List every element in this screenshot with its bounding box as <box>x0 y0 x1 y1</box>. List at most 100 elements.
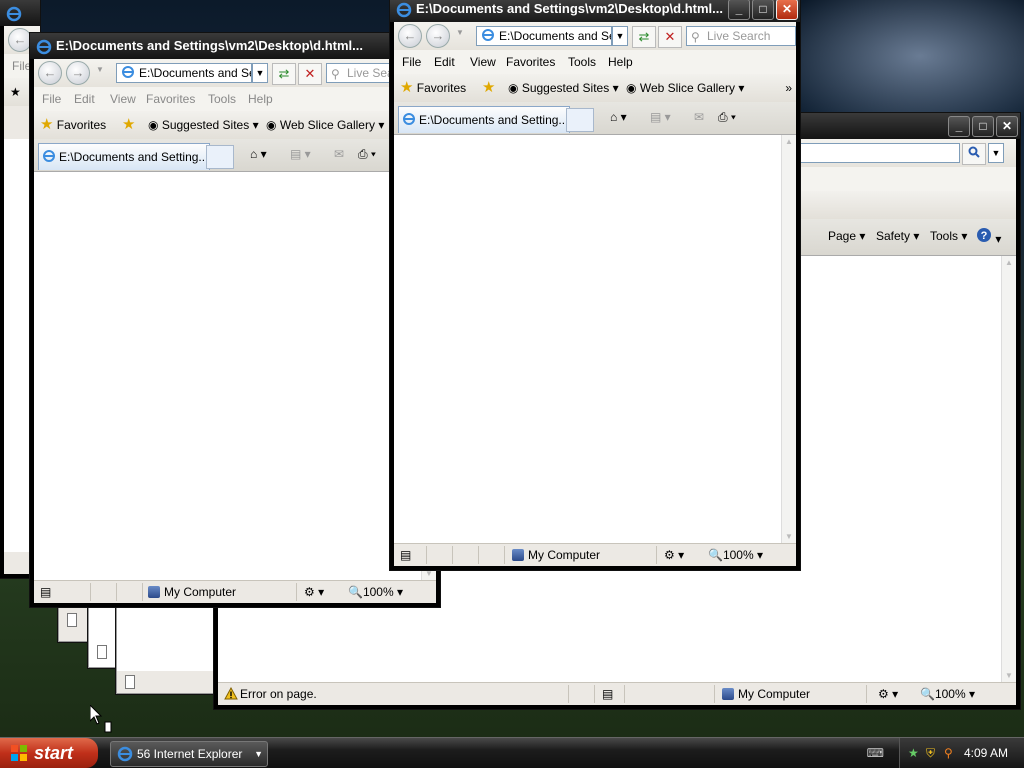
zoom-control[interactable]: 🔍100% ▾ <box>920 683 975 705</box>
menu-tools[interactable]: Tools <box>208 87 236 111</box>
start-button[interactable]: start <box>0 738 98 768</box>
menu-edit[interactable]: Edit <box>74 87 95 111</box>
status-page-icon: ▤ <box>400 548 412 562</box>
command-tools[interactable]: Tools ▾ <box>930 229 967 243</box>
menu-favorites[interactable]: Favorites <box>506 50 555 74</box>
back-button[interactable]: ← <box>38 61 62 85</box>
titlebar[interactable]: E:\Documents and Settings\vm2\Desktop\d.… <box>30 33 440 59</box>
compatibility-refresh-button[interactable]: ⇄ <box>632 26 656 48</box>
keyboard-icon[interactable]: ⌨ <box>867 746 884 760</box>
mail-icon[interactable]: ✉ <box>694 110 704 124</box>
help-icon[interactable]: ? ▾ <box>976 227 1001 246</box>
command-safety[interactable]: Safety ▾ <box>876 229 919 243</box>
forward-button[interactable]: → <box>426 24 450 48</box>
print-icon[interactable]: ⎙ ▾ <box>718 110 736 125</box>
page-icon <box>403 113 415 125</box>
address-bar[interactable]: E:\Documents and Set <box>116 63 252 83</box>
stop-button[interactable]: ✕ <box>658 26 682 48</box>
computer-icon <box>512 549 524 561</box>
search-options-dropdown[interactable]: ▼ <box>988 143 1004 163</box>
menu-tools[interactable]: Tools <box>568 50 596 74</box>
feeds-icon[interactable]: ▤ ▾ <box>290 147 311 161</box>
network-icon[interactable]: ★ <box>908 738 919 768</box>
search-icon[interactable]: ⚲ <box>944 738 953 768</box>
tab-current[interactable]: E:\Documents and Setting... <box>38 143 210 170</box>
search-button[interactable] <box>962 143 986 165</box>
home-icon[interactable]: ⌂ ▾ <box>250 147 267 161</box>
menu-view[interactable]: View <box>470 50 496 74</box>
forward-button[interactable]: → <box>66 61 90 85</box>
scroll-down-arrow[interactable]: ▼ <box>1004 671 1014 681</box>
feeds-icon[interactable]: ▤ ▾ <box>650 110 671 124</box>
close-button[interactable]: ✕ <box>996 116 1018 137</box>
home-icon[interactable]: ⌂ ▾ <box>610 110 627 124</box>
back-button[interactable]: ← <box>8 28 32 52</box>
menu-file[interactable]: File <box>42 87 61 111</box>
minimize-button[interactable]: _ <box>728 0 750 20</box>
tab-current[interactable]: E:\Documents and Setting... <box>398 106 570 133</box>
shield-icon[interactable]: ⛨ <box>926 738 935 768</box>
recent-pages-dropdown[interactable]: ▼ <box>456 28 464 37</box>
favorites-button[interactable]: ★ Favorites <box>400 74 466 102</box>
print-icon[interactable]: ⎙ ▾ <box>358 147 376 162</box>
protected-mode-icon[interactable]: ⚙ ▾ <box>304 581 324 603</box>
address-dropdown[interactable]: ▼ <box>612 26 628 46</box>
address-dropdown[interactable]: ▼ <box>252 63 268 83</box>
command-page[interactable]: Page ▾ <box>828 229 865 243</box>
maximize-button[interactable]: □ <box>752 0 774 20</box>
new-tab-button[interactable] <box>206 145 234 169</box>
vertical-scrollbar[interactable]: ▲ ▼ <box>1001 256 1016 683</box>
close-button[interactable]: ✕ <box>776 0 798 20</box>
ie-window-2[interactable]: E:\Documents and Settings\vm2\Desktop\d.… <box>390 0 800 570</box>
scroll-up-arrow[interactable]: ▲ <box>1004 258 1014 268</box>
menu-file[interactable]: File <box>12 54 31 78</box>
clock: 4:09 AM <box>964 746 1009 760</box>
stop-button[interactable]: ✕ <box>298 63 322 85</box>
menu-bar: File Edit View Favorites Tools Help <box>394 50 796 74</box>
zone-label: My Computer <box>722 683 810 705</box>
mail-icon[interactable]: ✉ <box>334 147 344 161</box>
taskbar-ie-group[interactable]: 56 Internet Explorer ▼ <box>110 741 268 767</box>
scroll-up-arrow[interactable]: ▲ <box>784 137 794 147</box>
status-text[interactable]: Error on page. <box>240 683 317 705</box>
menu-view[interactable]: View <box>110 87 136 111</box>
protected-mode-icon[interactable]: ⚙ ▾ <box>878 683 898 705</box>
new-tab-button[interactable] <box>566 108 594 132</box>
zoom-control[interactable]: 🔍100% ▾ <box>348 581 403 603</box>
web-slice-gallery-button[interactable]: ◉ Web Slice Gallery ▾ <box>626 74 744 102</box>
compatibility-refresh-button[interactable]: ⇄ <box>272 63 296 85</box>
recent-pages-dropdown[interactable]: ▼ <box>96 65 104 74</box>
window-client: ← → ▼ E:\Documents and Set ▼ ⇄ ✕ ⚲ Live S… <box>394 22 796 566</box>
menu-help[interactable]: Help <box>248 87 273 111</box>
status-bar: ▤ My Computer ⚙ ▾ 🔍100% ▾ <box>34 580 436 603</box>
protected-mode-icon[interactable]: ⚙ ▾ <box>664 544 684 566</box>
status-divider <box>866 685 867 703</box>
zoom-control[interactable]: 🔍100% ▾ <box>708 544 763 566</box>
scroll-down-arrow[interactable]: ▼ <box>784 532 794 542</box>
page-icon <box>482 29 494 41</box>
search-input[interactable]: ⚲ Live Search <box>686 26 796 46</box>
scroll-down-arrow[interactable]: ▼ <box>424 569 434 579</box>
suggested-sites-button[interactable]: ◉ Suggested Sites ▾ <box>508 74 619 102</box>
address-bar[interactable]: E:\Documents and Set <box>476 26 612 46</box>
add-favorites-icon[interactable]: ★ <box>122 111 135 139</box>
menu-favorites[interactable]: Favorites <box>146 87 195 111</box>
vertical-scrollbar[interactable]: ▲ ▼ <box>781 135 796 544</box>
back-button[interactable]: ← <box>398 24 422 48</box>
stacked-window-c[interactable] <box>116 600 218 694</box>
web-slice-gallery-button[interactable]: ◉ Web Slice Gallery ▾ <box>266 111 384 139</box>
menu-file[interactable]: File <box>402 50 421 74</box>
titlebar[interactable]: E:\Documents and Settings\vm2\Desktop\d.… <box>390 0 800 22</box>
minimize-button[interactable]: _ <box>948 116 970 137</box>
favorites-button[interactable]: ★ Favorites <box>40 111 106 139</box>
maximize-button[interactable]: □ <box>972 116 994 137</box>
menu-help[interactable]: Help <box>608 50 633 74</box>
background-titlebar[interactable] <box>0 0 40 26</box>
page-icon <box>67 613 77 627</box>
add-favorites-icon[interactable]: ★ <box>482 74 495 102</box>
ie-page-icon: ◉ <box>148 118 159 132</box>
suggested-sites-button[interactable]: ◉ Suggested Sites ▾ <box>148 111 259 139</box>
menu-edit[interactable]: Edit <box>434 50 455 74</box>
chevron-right-icon[interactable]: » <box>785 74 792 102</box>
ie-window-1[interactable]: E:\Documents and Settings\vm2\Desktop\d.… <box>30 33 440 607</box>
